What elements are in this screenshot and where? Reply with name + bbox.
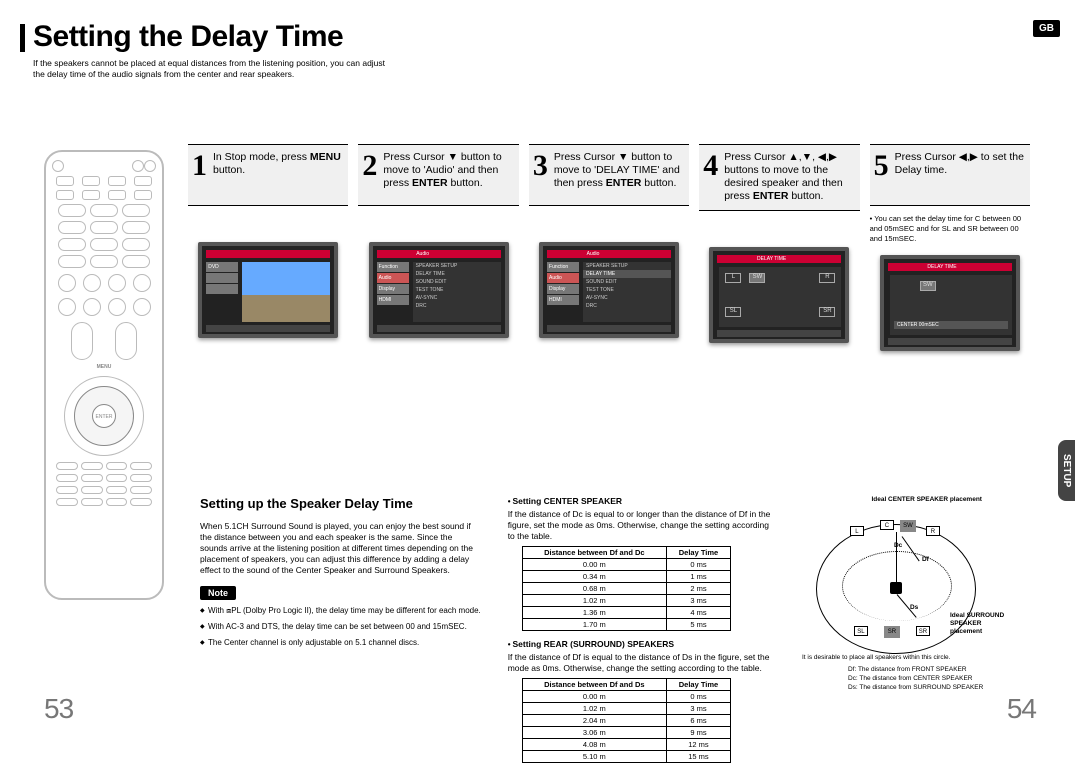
note-bullet-3: The Center channel is only adjustable on…	[200, 638, 482, 649]
step-1-text: In Stop mode, press MENU button.	[213, 151, 342, 199]
screen-5: DELAY TIME SW CENTER 00mSEC	[880, 255, 1020, 351]
step-5-text: Press Cursor ◀,▶ to set the Delay time.	[895, 151, 1024, 199]
center-table: Distance between Df and DcDelay Time 0.0…	[522, 546, 731, 631]
title-accent	[20, 24, 25, 52]
remote-navpad: ENTER	[64, 376, 144, 456]
step-2: 2Press Cursor ▼ button to move to 'Audio…	[358, 144, 518, 351]
note-bullet-2: With AC-3 and DTS, the delay time can be…	[200, 622, 482, 633]
page-number-right: 54	[1007, 693, 1036, 725]
step-3: 3Press Cursor ▼ button to move to 'DELAY…	[529, 144, 689, 351]
steps-row: 1In Stop mode, press MENU button. DVD 2P…	[188, 144, 1030, 351]
center-heading: •Setting CENTER SPEAKER	[508, 496, 776, 506]
step-5-note: • You can set the delay time for C betwe…	[870, 214, 1030, 243]
screen-3: Audio FunctionAudioDisplayHDMI SPEAKER S…	[539, 242, 679, 338]
step-4-text: Press Cursor ▲,▼, ◀,▶ buttons to move to…	[724, 151, 853, 204]
remote-illustration: MENU ENTER	[44, 150, 164, 600]
step-4: 4Press Cursor ▲,▼, ◀,▶ buttons to move t…	[699, 144, 859, 351]
step-3-text: Press Cursor ▼ button to move to 'DELAY …	[554, 151, 683, 199]
step-5: 5Press Cursor ◀,▶ to set the Delay time.…	[870, 144, 1030, 351]
page-number-left: 53	[44, 693, 73, 725]
screen-2: Audio FunctionAudioDisplayHDMI SPEAKER S…	[369, 242, 509, 338]
page-title: Setting the Delay Time	[33, 20, 343, 54]
speaker-diagram: Ideal CENTER SPEAKER placement L C SW R …	[802, 496, 1012, 686]
screen-1: DVD	[198, 242, 338, 338]
screen-4: DELAY TIME L SW R SL SR	[709, 247, 849, 343]
rear-heading: •Setting REAR (SURROUND) SPEAKERS	[508, 639, 776, 649]
col-center: •Setting CENTER SPEAKER If the distance …	[508, 496, 776, 771]
col-right: Ideal CENTER SPEAKER placement L C SW R …	[802, 496, 1030, 771]
note-bullet-1: With ⧈PL (Dolby Pro Logic II), the delay…	[200, 606, 482, 617]
note-badge: Note	[200, 586, 236, 600]
step-1: 1In Stop mode, press MENU button. DVD	[188, 144, 348, 351]
intro-text: If the speakers cannot be placed at equa…	[33, 58, 393, 79]
col-left: Setting up the Speaker Delay Time When 5…	[200, 496, 482, 771]
side-tab-setup: SETUP	[1058, 440, 1075, 501]
section-para: When 5.1CH Surround Sound is played, you…	[200, 521, 482, 576]
step-2-text: Press Cursor ▼ button to move to 'Audio'…	[383, 151, 512, 199]
section-heading: Setting up the Speaker Delay Time	[200, 496, 482, 511]
rear-table: Distance between Df and DsDelay Time 0.0…	[522, 678, 731, 763]
rear-para: If the distance of Df is equal to the di…	[508, 652, 776, 674]
center-para: If the distance of Dc is equal to or lon…	[508, 509, 776, 542]
